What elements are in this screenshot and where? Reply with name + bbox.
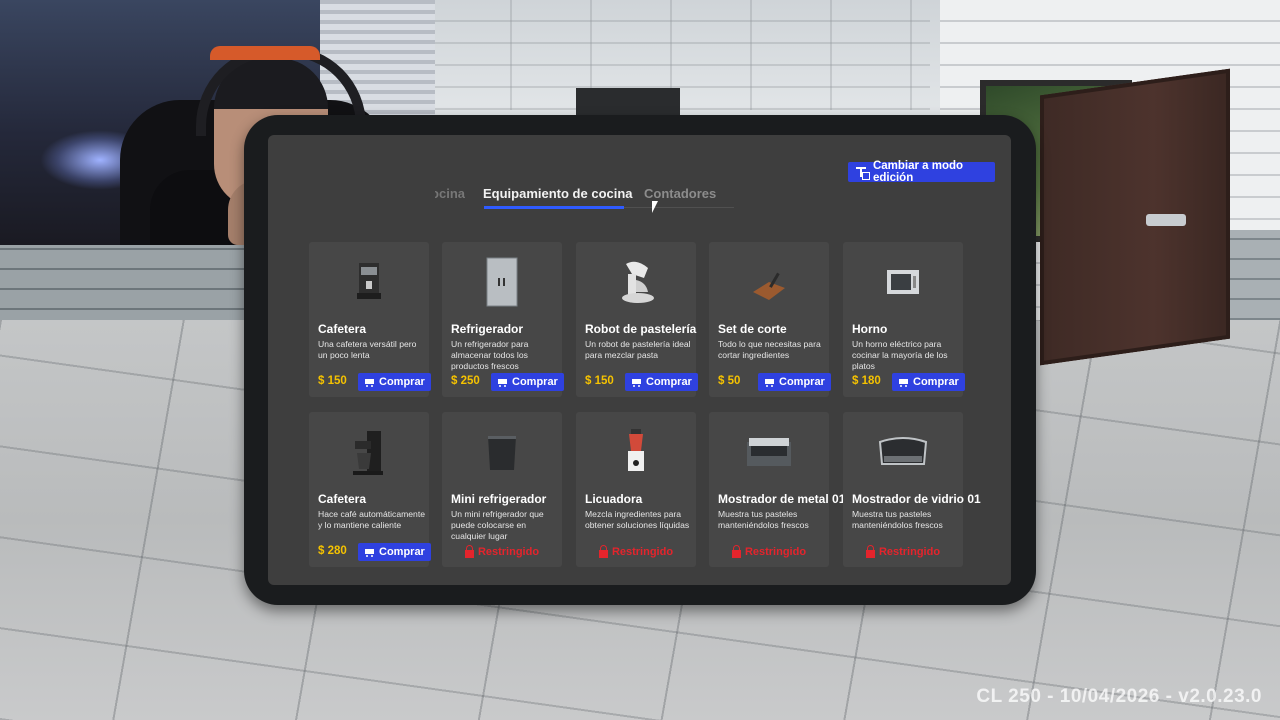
product-description: Muestra tus pasteles manteniéndolos fres…	[852, 509, 943, 530]
glass-display-counter-icon	[843, 422, 963, 482]
mouse-cursor-icon	[652, 201, 658, 213]
product-name: Licuadora	[585, 492, 643, 506]
cart-icon	[763, 378, 775, 387]
wall-tv	[576, 88, 680, 116]
fridge-icon	[442, 252, 562, 312]
product-name: Mostrador de vidrio 01	[852, 492, 981, 506]
product-price: $ 180	[852, 375, 881, 387]
buy-button[interactable]: Comprar	[491, 373, 564, 391]
buy-label: Comprar	[379, 546, 425, 558]
product-price: $ 250	[451, 375, 480, 387]
product-card[interactable]: Mostrador de vidrio 01 Muestra tus paste…	[843, 412, 981, 567]
product-description: Hace café automáticamente y lo mantiene …	[318, 509, 426, 530]
product-name: Refrigerador	[451, 322, 524, 336]
metal-display-counter-icon	[709, 422, 829, 482]
tab-kitchen-equipment[interactable]: Equipamiento de cocina	[483, 186, 633, 201]
product-name: Set de corte	[718, 322, 787, 336]
product-description: Un robot de pastelería ideal para mezcla…	[585, 339, 691, 360]
product-description: Un mini refrigerador que puede colocarse…	[451, 509, 544, 541]
product-description: Todo lo que necesitas para cortar ingred…	[718, 339, 821, 360]
buy-button[interactable]: Comprar	[625, 373, 698, 391]
product-name: Mostrador de metal 01	[718, 492, 846, 506]
cart-icon	[630, 378, 642, 387]
lock-icon	[865, 544, 875, 558]
buy-label: Comprar	[646, 376, 692, 388]
product-price: $ 150	[585, 375, 614, 387]
product-card[interactable]: Mostrador de metal 01 Muestra tus pastel…	[709, 412, 845, 567]
cart-icon	[496, 378, 508, 387]
tab-counters[interactable]: Contadores	[644, 186, 716, 201]
buy-label: Comprar	[512, 376, 558, 388]
product-description: Mezcla ingredientes para obtener solucio…	[585, 509, 690, 530]
blender-icon	[576, 422, 696, 482]
active-tab-indicator	[484, 206, 624, 209]
coffee-machine-icon	[309, 252, 429, 312]
mini-fridge-icon	[442, 422, 562, 482]
product-price: $ 50	[718, 375, 741, 387]
ceiling-tiles	[430, 0, 930, 110]
product-name: Horno	[852, 322, 888, 336]
product-description: Muestra tus pasteles manteniéndolos fres…	[718, 509, 809, 530]
product-card[interactable]: Cafetera Hace café automáticamente y lo …	[309, 412, 431, 567]
restricted-text: Restringido	[611, 546, 674, 558]
lock-icon	[731, 544, 741, 558]
headset-band	[210, 46, 320, 60]
product-description: Una cafetera versátil pero un poco lenta	[318, 339, 417, 360]
version-label: CL 250 - 10/04/2026 - v2.0.23.0	[976, 686, 1262, 707]
restricted-label: Restringido	[442, 543, 562, 561]
restricted-label: Restringido	[843, 543, 963, 561]
product-name: Cafetera	[318, 492, 367, 506]
drip-coffee-maker-icon	[309, 422, 429, 482]
cart-icon	[363, 378, 375, 387]
product-card[interactable]: Robot de pastelería Un robot de pasteler…	[576, 242, 698, 397]
product-price: $ 280	[318, 545, 347, 557]
product-price: $ 150	[318, 375, 347, 387]
cart-icon	[363, 548, 375, 557]
lock-icon	[464, 544, 474, 558]
cart-icon	[897, 378, 909, 387]
product-card[interactable]: Horno Un horno eléctrico para cocinar la…	[843, 242, 965, 397]
product-card[interactable]: Mini refrigerador Un mini refrigerador q…	[442, 412, 562, 567]
restricted-text: Restringido	[744, 546, 807, 558]
stand-mixer-icon	[576, 252, 696, 312]
tab-track	[624, 207, 734, 208]
text-edit-icon	[856, 166, 870, 180]
buy-button[interactable]: Comprar	[892, 373, 965, 391]
buy-label: Comprar	[779, 376, 825, 388]
restricted-label: Restringido	[576, 543, 696, 561]
product-card[interactable]: Set de corte Todo lo que necesitas para …	[709, 242, 831, 397]
product-name: Mini refrigerador	[451, 492, 547, 506]
product-card[interactable]: Cafetera Una cafetera versátil pero un p…	[309, 242, 431, 397]
buy-label: Comprar	[379, 376, 425, 388]
door-handle	[1146, 214, 1186, 226]
buy-button[interactable]: Comprar	[358, 373, 431, 391]
product-description: Un horno eléctrico para cocinar la mayor…	[852, 339, 948, 371]
product-name: Robot de pastelería	[585, 322, 697, 336]
restricted-label: Restringido	[709, 543, 829, 561]
cutting-board-icon	[709, 252, 829, 312]
room-door	[1040, 68, 1230, 366]
restricted-text: Restringido	[878, 546, 941, 558]
product-description: Un refrigerador para almacenar todos los…	[451, 339, 529, 371]
buy-button[interactable]: Comprar	[358, 543, 431, 561]
edit-mode-button[interactable]: Cambiar a modo edición	[848, 160, 995, 184]
buy-button[interactable]: Comprar	[758, 373, 831, 391]
buy-label: Comprar	[913, 376, 959, 388]
product-card[interactable]: Refrigerador Un refrigerador para almace…	[442, 242, 564, 397]
product-card[interactable]: Licuadora Mezcla ingredientes para obten…	[576, 412, 696, 567]
lock-icon	[598, 544, 608, 558]
restricted-text: Restringido	[477, 546, 540, 558]
product-name: Cafetera	[318, 322, 367, 336]
oven-icon	[843, 252, 963, 312]
edit-mode-label: Cambiar a modo edición	[872, 160, 964, 184]
tab-kitchen[interactable]: ocina	[435, 186, 465, 201]
